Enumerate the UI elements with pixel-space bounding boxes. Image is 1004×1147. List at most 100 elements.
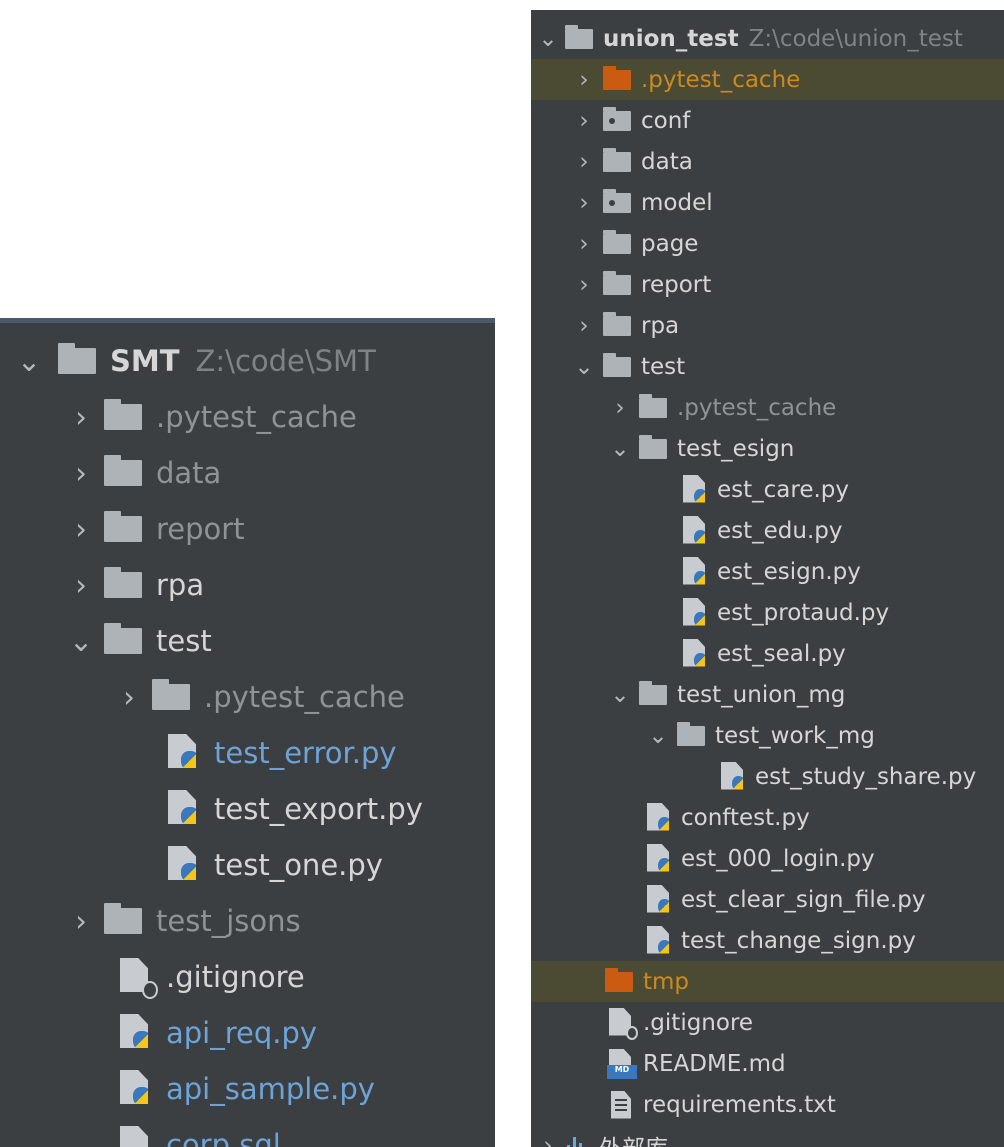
tree-item[interactable]: › data (0, 450, 495, 496)
chevron-right-icon[interactable]: › (565, 149, 603, 175)
tree-item[interactable]: › model (531, 182, 1004, 223)
tree-item[interactable]: conftest.py (531, 797, 1004, 838)
folder-icon (639, 434, 667, 459)
tree-item[interactable]: › .pytest_cache (531, 387, 1004, 428)
tree-item[interactable]: ⌄ test_esign (531, 428, 1004, 469)
chevron-down-icon[interactable]: ⌄ (601, 436, 639, 462)
chevron-down-icon[interactable]: ⌄ (601, 682, 639, 708)
chevron-right-icon[interactable]: › (565, 190, 603, 216)
tree-item[interactable]: tmp (531, 961, 1004, 1002)
tree-item-label: corp.sql (166, 1128, 281, 1147)
chevron-right-icon[interactable]: › (565, 313, 603, 339)
folder-icon (58, 343, 96, 374)
tree-item[interactable]: › rpa (0, 562, 495, 608)
tree-item[interactable]: test_error.py (0, 730, 495, 776)
tree-item[interactable]: › .pytest_cache (0, 394, 495, 440)
chevron-down-icon[interactable]: ⌄ (565, 354, 603, 380)
markdown-file-icon: MD (606, 1048, 638, 1079)
tree-item-label: model (641, 189, 713, 216)
tree-item-label: test_esign (677, 435, 795, 462)
tree-item-label: conftest.py (681, 804, 810, 831)
tree-root-union-test[interactable]: ⌄ union_test Z:\code\union_test (531, 18, 1004, 59)
chevron-right-icon[interactable]: › (565, 272, 603, 298)
chevron-right-icon[interactable]: › (58, 456, 104, 490)
python-file-icon (120, 1014, 154, 1052)
chevron-right-icon[interactable]: › (531, 1133, 565, 1147)
tree-item[interactable]: ⌄ test_union_mg (531, 674, 1004, 715)
tree-item[interactable]: corp.sql (0, 1122, 495, 1147)
tree-item[interactable]: requirements.txt (531, 1084, 1004, 1125)
tree-item[interactable]: › 外部库 (531, 1125, 1004, 1147)
tree-item-label: test_error.py (214, 736, 397, 770)
chevron-right-icon[interactable]: › (601, 395, 639, 421)
tree-item[interactable]: ⌄ test_work_mg (531, 715, 1004, 756)
tree-item[interactable]: api_sample.py (0, 1066, 495, 1112)
project-tree-union-test: ⌄ union_test Z:\code\union_test › .pytes… (531, 10, 1004, 1147)
chevron-right-icon[interactable]: › (565, 231, 603, 257)
tree-item-label: api_sample.py (166, 1072, 375, 1106)
tree-item-label: .pytest_cache (156, 400, 357, 434)
tree-item[interactable]: MD README.md (531, 1043, 1004, 1084)
tree-item[interactable]: est_care.py (531, 469, 1004, 510)
tree-item[interactable]: est_protaud.py (531, 592, 1004, 633)
tree-item[interactable]: › data (531, 141, 1004, 182)
tree-item-label: api_req.py (166, 1016, 318, 1050)
python-file-icon (120, 1070, 154, 1108)
tree-item[interactable]: test_export.py (0, 786, 495, 832)
tree-item[interactable]: est_esign.py (531, 551, 1004, 592)
folder-icon (603, 147, 631, 172)
python-file-icon (721, 761, 747, 792)
tree-item[interactable]: test_change_sign.py (531, 920, 1004, 961)
chevron-down-icon[interactable]: ⌄ (639, 723, 677, 749)
chevron-right-icon[interactable]: › (565, 108, 603, 134)
tree-item[interactable]: est_study_share.py (531, 756, 1004, 797)
tree-item[interactable]: .gitignore (531, 1002, 1004, 1043)
python-file-icon (683, 556, 709, 587)
tree-item-label: .pytest_cache (641, 66, 801, 93)
chevron-right-icon[interactable]: › (58, 904, 104, 938)
tree-item-label: est_000_login.py (681, 845, 875, 872)
tree-item[interactable]: › test_jsons (0, 898, 495, 944)
tree-item[interactable]: est_000_login.py (531, 838, 1004, 879)
tree-item[interactable]: › report (0, 506, 495, 552)
chevron-down-icon[interactable]: ⌄ (58, 624, 104, 658)
chevron-right-icon[interactable]: › (565, 67, 603, 93)
chevron-right-icon[interactable]: › (106, 680, 152, 714)
tree-item[interactable]: ⌄ test (531, 346, 1004, 387)
tree-item-label: rpa (641, 312, 680, 339)
tree-item[interactable]: › .pytest_cache (531, 59, 1004, 100)
python-file-icon (168, 734, 202, 772)
tree-item[interactable]: › report (531, 264, 1004, 305)
tree-root-smt[interactable]: ⌄ SMT Z:\code\SMT (0, 338, 495, 384)
sql-file-icon (120, 1126, 154, 1147)
python-file-icon (168, 790, 202, 828)
folder-icon (603, 65, 631, 90)
chevron-right-icon[interactable]: › (58, 512, 104, 546)
tree-item[interactable]: api_req.py (0, 1010, 495, 1056)
folder-icon (565, 24, 593, 49)
chevron-right-icon[interactable]: › (58, 400, 104, 434)
tree-item[interactable]: › page (531, 223, 1004, 264)
chevron-down-icon[interactable]: ⌄ (0, 344, 58, 378)
tree-item-label: test_one.py (214, 848, 383, 882)
tree-item-label: test_union_mg (677, 681, 846, 708)
chevron-down-icon[interactable]: ⌄ (531, 26, 565, 52)
tree-item-label: 外部库 (599, 1129, 668, 1147)
tree-item-label: report (641, 271, 712, 298)
tree-item[interactable]: › rpa (531, 305, 1004, 346)
tree-item[interactable]: est_clear_sign_file.py (531, 879, 1004, 920)
tree-item[interactable]: ⌄ test (0, 618, 495, 664)
tree-item[interactable]: .gitignore (0, 954, 495, 1000)
chevron-right-icon[interactable]: › (58, 568, 104, 602)
tree-item[interactable]: est_edu.py (531, 510, 1004, 551)
tree-item-label: .pytest_cache (204, 680, 405, 714)
folder-icon (639, 680, 667, 705)
tree-item[interactable]: › .pytest_cache (0, 674, 495, 720)
tree-item-label: est_esign.py (717, 558, 861, 585)
gitignore-file-icon (120, 958, 159, 1000)
tree-item[interactable]: › conf (531, 100, 1004, 141)
python-file-icon (683, 474, 709, 505)
tree-item[interactable]: est_seal.py (531, 633, 1004, 674)
tree-item[interactable]: test_one.py (0, 842, 495, 888)
libraries-icon (565, 1135, 589, 1147)
